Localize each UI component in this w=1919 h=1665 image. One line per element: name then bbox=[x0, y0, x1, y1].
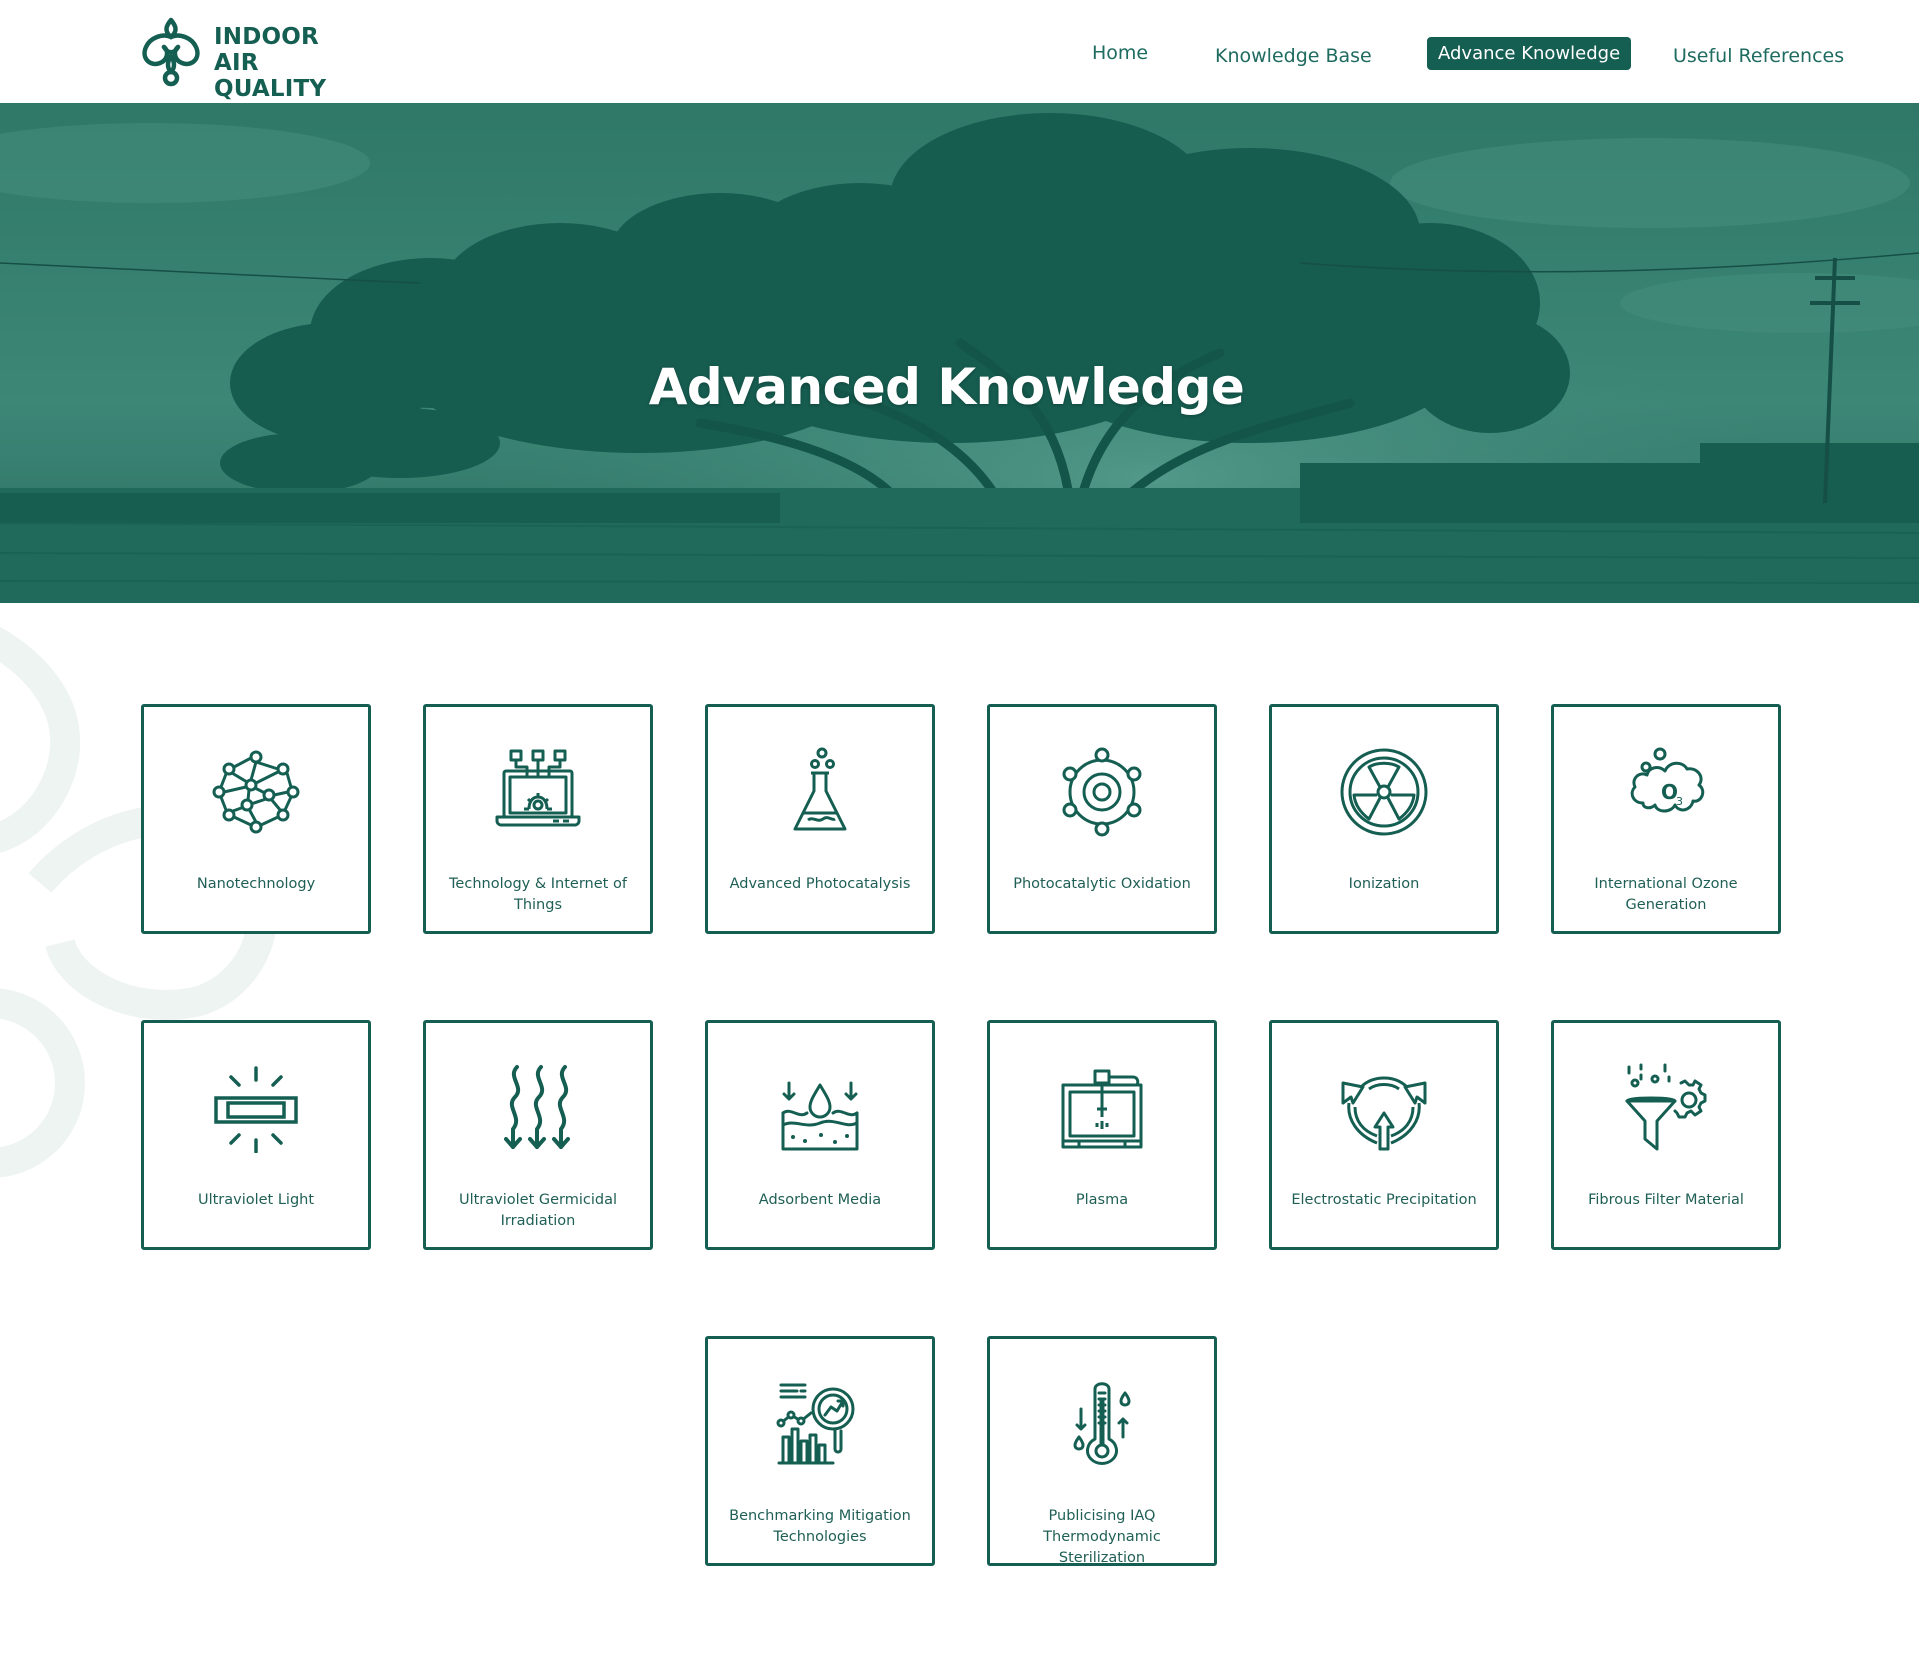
card-label: Fibrous Filter Material bbox=[1588, 1192, 1744, 1208]
tree-silhouette-landscape-image bbox=[0, 103, 1919, 603]
card-label: Photocatalytic Oxidation bbox=[1013, 876, 1191, 892]
logo-line-1: INDOOR AIR bbox=[214, 24, 319, 76]
card-label: Advanced Photocatalysis bbox=[729, 876, 911, 892]
radiation-icon bbox=[1340, 748, 1428, 836]
funnel-gear-icon bbox=[1625, 1063, 1707, 1151]
card-nanotechnology[interactable]: Nanotechnology bbox=[141, 704, 371, 934]
card-publicising-iaq-thermodynamic-sterilization[interactable]: Publicising IAQ Thermodynamic Sterilizat… bbox=[987, 1336, 1217, 1566]
analytics-magnifier-icon bbox=[776, 1383, 855, 1465]
card-ultraviolet-light[interactable]: Ultraviolet Light bbox=[141, 1020, 371, 1250]
uv-lamp-icon bbox=[214, 1066, 298, 1153]
card-label: Adsorbent Media bbox=[758, 1192, 882, 1208]
thermometer-icon bbox=[1073, 1382, 1131, 1465]
nav-advance-knowledge[interactable]: Advance Knowledge bbox=[1427, 37, 1632, 70]
card-label: Ionization bbox=[1348, 876, 1420, 892]
page-title: Advanced Knowledge bbox=[648, 357, 1245, 416]
card-label: Ultraviolet Germicidal Irradiation bbox=[458, 1192, 618, 1229]
water-droplet-icon bbox=[781, 1081, 859, 1151]
card-advanced-photocatalysis[interactable]: Advanced Photocatalysis bbox=[705, 704, 935, 934]
card-label: Nanotechnology bbox=[196, 876, 316, 892]
card-technology-iot[interactable]: Technology & Internet of Things bbox=[423, 704, 653, 934]
card-label: Plasma bbox=[1075, 1192, 1129, 1208]
logo-text: INDOOR AIR QUALITY bbox=[214, 24, 368, 102]
card-label: International Ozone Generation bbox=[1594, 876, 1738, 913]
hero-banner: Advanced Knowledge bbox=[0, 103, 1919, 603]
card-benchmarking-mitigation-technologies[interactable]: Benchmarking Mitigation Technologies bbox=[705, 1336, 935, 1566]
laptop-iot-icon bbox=[495, 749, 581, 827]
plasma-machine-icon bbox=[1061, 1069, 1143, 1149]
main-nav: Home Knowledge Base Advance Knowledge Us… bbox=[1070, 36, 1850, 72]
card-label: Ultraviolet Light bbox=[197, 1192, 315, 1208]
site-logo[interactable]: INDOOR AIR QUALITY bbox=[138, 16, 368, 102]
card-fibrous-filter-material[interactable]: Fibrous Filter Material bbox=[1551, 1020, 1781, 1250]
molecule-orbit-icon bbox=[1062, 747, 1142, 837]
svg-text:3: 3 bbox=[1676, 795, 1683, 808]
nav-knowledge-base[interactable]: Knowledge Base bbox=[1215, 40, 1372, 72]
ozone-cloud-icon: O 3 bbox=[1630, 747, 1705, 813]
card-ultraviolet-germicidal-irradiation[interactable]: Ultraviolet Germicidal Irradiation bbox=[423, 1020, 653, 1250]
card-ionization[interactable]: Ionization bbox=[1269, 704, 1499, 934]
card-plasma[interactable]: Plasma bbox=[987, 1020, 1217, 1250]
nav-useful-references[interactable]: Useful References bbox=[1673, 40, 1844, 72]
nav-home[interactable]: Home bbox=[1092, 37, 1148, 69]
card-adsorbent-media[interactable]: Adsorbent Media bbox=[705, 1020, 935, 1250]
card-international-ozone-generation[interactable]: O 3 International Ozone Generation bbox=[1551, 704, 1781, 934]
card-label: Publicising IAQ Thermodynamic Sterilizat… bbox=[1043, 1508, 1161, 1566]
flask-icon bbox=[793, 747, 847, 831]
site-header: INDOOR AIR QUALITY Home Knowledge Base A… bbox=[0, 0, 1919, 103]
heat-waves-icon bbox=[504, 1065, 570, 1149]
logo-line-2: QUALITY bbox=[214, 76, 327, 102]
card-label: Technology & Internet of Things bbox=[449, 876, 627, 913]
network-sphere-icon bbox=[212, 750, 300, 834]
card-label: Electrostatic Precipitation bbox=[1291, 1192, 1477, 1208]
card-electrostatic-precipitation[interactable]: Electrostatic Precipitation bbox=[1269, 1020, 1499, 1250]
card-photocatalytic-oxidation[interactable]: Photocatalytic Oxidation bbox=[987, 704, 1217, 934]
card-label: Benchmarking Mitigation Technologies bbox=[729, 1508, 911, 1545]
leaf-knot-logo-icon bbox=[142, 17, 200, 87]
circular-arrows-icon bbox=[1341, 1076, 1427, 1151]
